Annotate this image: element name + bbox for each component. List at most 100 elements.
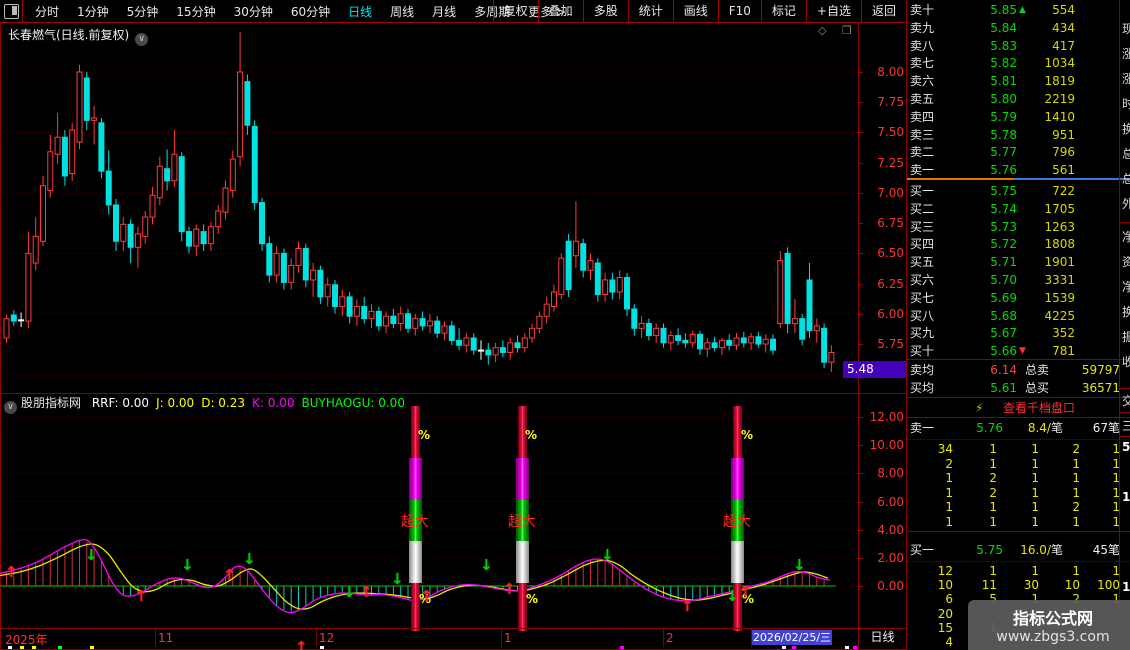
qiandang-box-top: [907, 397, 1130, 398]
candle-body: [536, 315, 543, 329]
tool-button[interactable]: 叠加: [537, 0, 583, 22]
buy-level-row[interactable]: 买八 5.68 4225: [907, 307, 1120, 325]
candle-body: [69, 129, 76, 175]
sell-level-row[interactable]: 卖九 5.84 434: [907, 19, 1120, 37]
timeline-label: 12: [319, 631, 335, 645]
trade-count-cell: 1: [989, 500, 997, 515]
sell-level-row[interactable]: 卖八 5.83 417: [907, 37, 1120, 55]
candle-body: [456, 339, 463, 346]
menu-item[interactable]: 1分钟: [68, 3, 118, 20]
menu-item[interactable]: 分时: [26, 3, 68, 20]
level-volume: 561: [1052, 163, 1075, 178]
tool-button[interactable]: 多股: [582, 0, 628, 22]
buy-level-row[interactable]: 买五 5.71 1901: [907, 253, 1120, 271]
watermark-title: 指标公式网: [1012, 609, 1093, 628]
sell-level-row[interactable]: 卖五 5.80 2219: [907, 90, 1120, 108]
buy-level-row[interactable]: 买十 5.66 ▼ 781: [907, 342, 1120, 360]
menu-item[interactable]: 60分钟: [282, 3, 339, 20]
trade-count-cell: 1: [1031, 515, 1039, 529]
sell-level-row[interactable]: 卖十 5.85 ▲ 554: [907, 1, 1120, 19]
candle-body: [288, 264, 295, 283]
clipped-text: 换: [1122, 303, 1130, 320]
level-name: 卖一: [910, 163, 935, 178]
candle-body: [551, 291, 557, 308]
timeline-tick: [316, 629, 317, 647]
candle-body: [149, 194, 156, 218]
candle-body: [463, 337, 470, 346]
candle-body: [397, 313, 404, 324]
signal-bar-segment: [515, 458, 529, 500]
candle-body: [689, 333, 696, 344]
menu-divider: [22, 0, 23, 22]
price-axis-label: 8.00: [877, 65, 904, 79]
menu-item[interactable]: 月线: [423, 3, 465, 20]
sell-level-row[interactable]: 卖一 5.76 561: [907, 161, 1120, 179]
level-volume: 1034: [1044, 56, 1075, 71]
candle-body: [521, 337, 528, 349]
candle-body: [186, 231, 192, 247]
buy-level-row[interactable]: 买六 5.70 3331: [907, 271, 1120, 289]
buy-level-row[interactable]: 买四 5.72 1808: [907, 235, 1120, 253]
sell-avg-price: 6.14: [990, 363, 1017, 377]
tool-button[interactable]: F10: [717, 0, 761, 22]
level-name: 买三: [910, 219, 935, 234]
tool-button[interactable]: 复权: [492, 0, 538, 22]
candle-body: [339, 296, 346, 308]
buy-level-row[interactable]: 买九 5.67 352: [907, 324, 1120, 342]
level-volume: 3331: [1044, 273, 1075, 287]
level-name: 买五: [910, 255, 935, 270]
tool-button[interactable]: 标记: [760, 0, 806, 22]
chart-corner-icons[interactable]: ◇ ❐: [818, 24, 858, 37]
trade-count-cell: 1: [1112, 515, 1120, 529]
trade-count-cell: 1: [1072, 471, 1080, 486]
buy-arrow-icon: ↑: [503, 580, 516, 598]
menu-item[interactable]: 5分钟: [118, 3, 168, 20]
candle-body: [638, 322, 645, 329]
sell-arrow-icon: ↓: [343, 583, 356, 601]
buy-level-row[interactable]: 买一 5.75 722: [907, 182, 1120, 200]
axis-border: [858, 22, 859, 650]
sell-deal-header: 卖一 5.76 8.4/笔 67笔: [907, 419, 1120, 437]
tool-button[interactable]: 返回: [860, 0, 906, 22]
level-volume: 722: [1052, 184, 1075, 198]
level-volume: 434: [1052, 20, 1075, 35]
trade-count-cell: 10: [937, 578, 953, 593]
tool-button[interactable]: +自选: [805, 0, 861, 22]
buy-level-row[interactable]: 买七 5.69 1539: [907, 289, 1120, 307]
candle-body: [295, 248, 302, 266]
sell-level-row[interactable]: 卖四 5.79 1410: [907, 108, 1120, 126]
sell-level-row[interactable]: 卖二 5.77 796: [907, 143, 1120, 161]
buy-level-row[interactable]: 买三 5.73 1263: [907, 218, 1120, 236]
candle-body: [697, 333, 703, 350]
candlestick-chart[interactable]: [0, 22, 858, 393]
candle-body: [317, 269, 324, 298]
indicator-value: RRF: 0.00: [91, 396, 150, 410]
tool-button[interactable]: 统计: [627, 0, 673, 22]
candle-body: [251, 125, 258, 204]
buy-level-row[interactable]: 买二 5.74 1705: [907, 200, 1120, 218]
candle-body: [726, 339, 733, 346]
sell-level-row[interactable]: 卖三 5.78 951: [907, 126, 1120, 144]
trade-count-cell: 1: [1072, 456, 1080, 471]
menu-item[interactable]: 周线: [381, 3, 423, 20]
candle-body: [61, 136, 68, 177]
chevron-down-icon[interactable]: ∨: [135, 33, 149, 46]
sell-level-row[interactable]: 卖六 5.81 1819: [907, 72, 1120, 90]
menu-item[interactable]: 15分钟: [167, 3, 224, 20]
tool-button[interactable]: 画线: [672, 0, 718, 22]
buy-arrow-icon: ↑: [739, 583, 752, 601]
candle-body: [164, 168, 171, 182]
sell-avg-label: 卖均: [910, 363, 935, 377]
qiandang-row[interactable]: ⚡ 查看千档盘口: [907, 399, 1120, 417]
sell-level-row[interactable]: 卖七 5.82 1034: [907, 54, 1120, 72]
buy-arrow-icon: ↑: [420, 587, 433, 605]
menu-item[interactable]: 30分钟: [225, 3, 282, 20]
avg-box-top: [907, 359, 1130, 360]
timeline-label: 2: [666, 631, 674, 645]
clipped-text: 时: [1122, 95, 1130, 112]
clipped-side-column: 现涨涨时换总总外净资净换振收交三511: [1119, 0, 1130, 650]
window-icon[interactable]: [4, 4, 19, 19]
menu-item[interactable]: 日线: [339, 3, 381, 20]
qiandang-link[interactable]: 查看千档盘口: [1003, 399, 1075, 417]
candle-body: [346, 296, 353, 317]
